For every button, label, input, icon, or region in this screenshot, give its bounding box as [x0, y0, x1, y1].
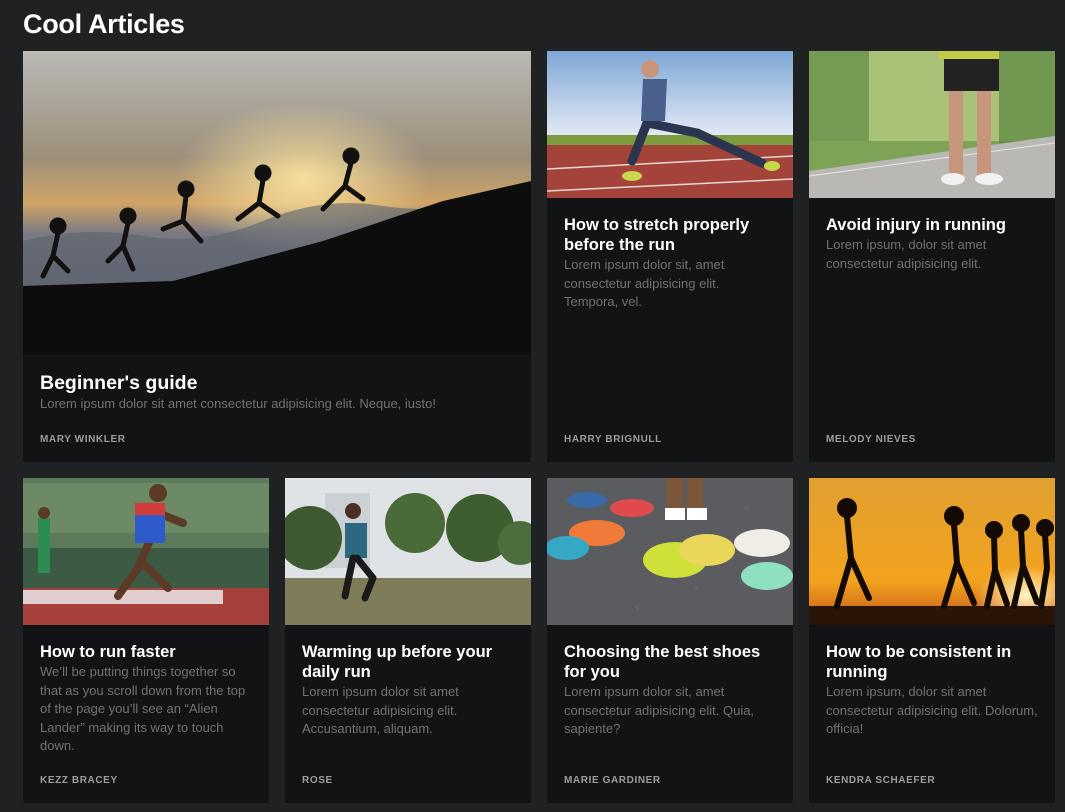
- article-excerpt: Lorem ipsum dolor sit, amet consectetur …: [564, 257, 725, 309]
- article-author: KEZZ BRACEY: [40, 775, 118, 786]
- article-card-run-faster[interactable]: How to run faster We’ll be putting thing…: [23, 478, 269, 803]
- article-card-shoes[interactable]: Choosing the best shoes for you Lorem ip…: [547, 478, 793, 803]
- articles-grid: Beginner's guide Lorem ipsum dolor sit a…: [23, 51, 1056, 803]
- article-excerpt: Lorem ipsum dolor sit amet consectetur a…: [40, 396, 436, 411]
- article-card-consistent[interactable]: How to be consistent in running Lorem ip…: [809, 478, 1055, 803]
- article-excerpt: Lorem ipsum dolor sit, amet consectetur …: [564, 684, 755, 736]
- article-excerpt: Lorem ipsum, dolor sit amet consectetur …: [826, 684, 1038, 736]
- article-author: ROSE: [302, 775, 333, 786]
- article-author: MELODY NIEVES: [826, 434, 916, 445]
- article-title[interactable]: Warming up before your daily run: [302, 642, 514, 682]
- article-image[interactable]: [23, 478, 269, 625]
- article-card-warming-up[interactable]: Warming up before your daily run Lorem i…: [285, 478, 531, 803]
- article-image[interactable]: [285, 478, 531, 625]
- article-image[interactable]: [547, 51, 793, 198]
- article-excerpt: Lorem ipsum, dolor sit amet consectetur …: [826, 237, 987, 271]
- article-title[interactable]: How to be consistent in running: [826, 642, 1038, 682]
- article-title[interactable]: How to run faster: [40, 642, 252, 662]
- article-author: KENDRA SCHAEFER: [826, 775, 936, 786]
- article-card-beginners-guide[interactable]: Beginner's guide Lorem ipsum dolor sit a…: [23, 51, 531, 462]
- article-image[interactable]: [547, 478, 793, 625]
- article-image[interactable]: [809, 478, 1055, 625]
- article-author: HARRY BRIGNULL: [564, 434, 662, 445]
- article-title[interactable]: Avoid injury in running: [826, 215, 1038, 235]
- article-card-injury[interactable]: Avoid injury in running Lorem ipsum, dol…: [809, 51, 1055, 462]
- article-image[interactable]: [809, 51, 1055, 198]
- article-card-stretch[interactable]: How to stretch properly before the run L…: [547, 51, 793, 462]
- article-author: MARY WINKLER: [40, 434, 126, 445]
- article-image[interactable]: [23, 51, 531, 355]
- article-excerpt: We’ll be putting things together so that…: [40, 664, 246, 753]
- article-title[interactable]: Choosing the best shoes for you: [564, 642, 776, 682]
- article-author: MARIE GARDINER: [564, 775, 661, 786]
- article-excerpt: Lorem ipsum dolor sit amet consectetur a…: [302, 684, 459, 736]
- article-title[interactable]: How to stretch properly before the run: [564, 215, 776, 255]
- page-title: Cool Articles: [23, 9, 185, 39]
- article-title[interactable]: Beginner's guide: [40, 372, 514, 394]
